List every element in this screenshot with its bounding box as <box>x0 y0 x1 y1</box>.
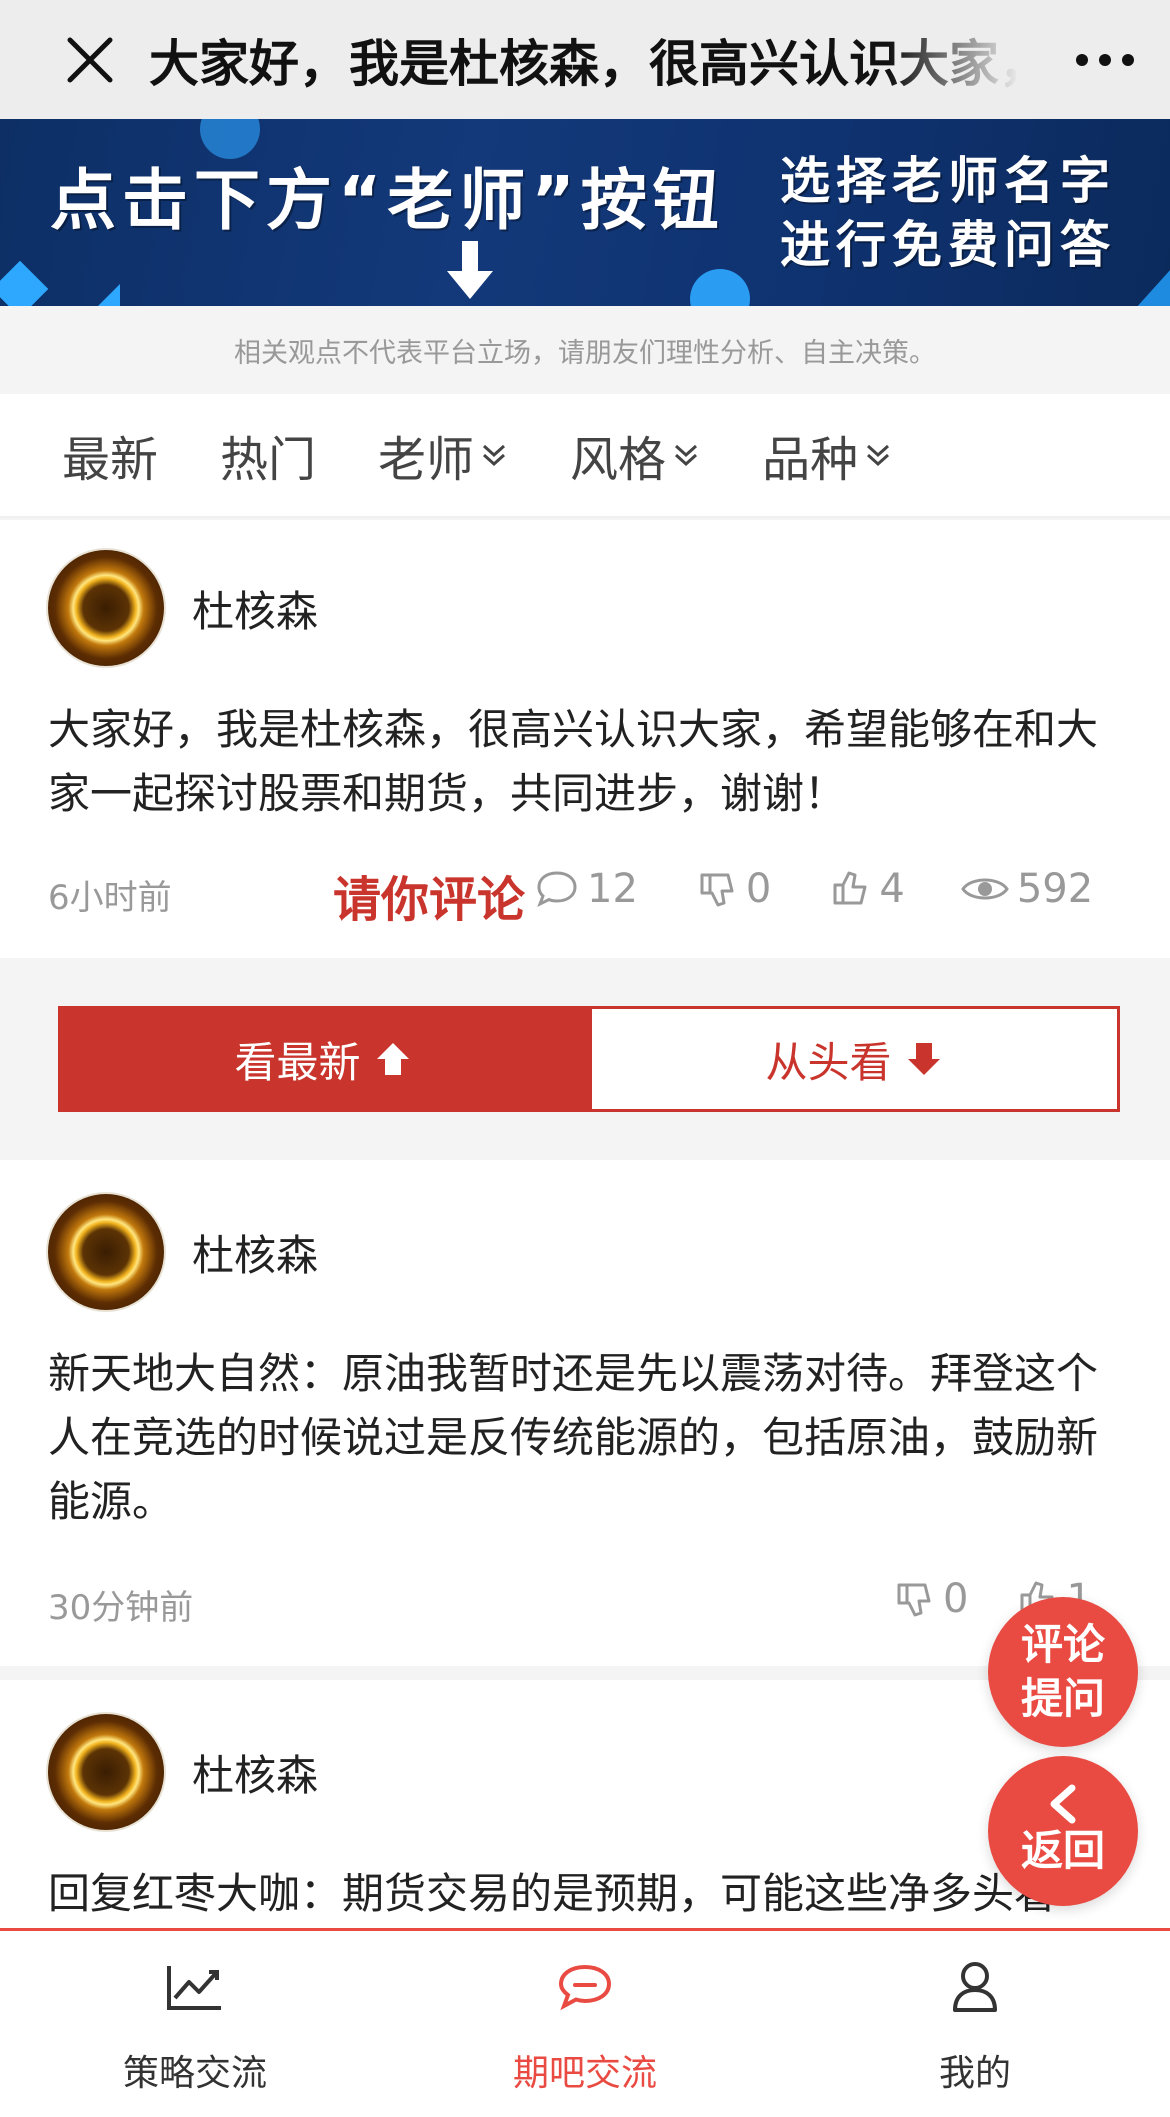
main-post-card: 杜核森 大家好，我是杜核森，很高兴认识大家，希望能够在和大家一起探讨股票和期货，… <box>0 520 1170 958</box>
filter-style-dropdown[interactable]: 风格 <box>570 420 700 490</box>
thumbs-up-icon <box>833 871 867 905</box>
disclaimer-text: 相关观点不代表平台立场，请朋友们理性分析、自主决策。 <box>0 306 1170 394</box>
dislike-button[interactable]: 0 <box>895 1576 968 1622</box>
comment-count-value: 12 <box>587 866 638 912</box>
fab-back-label: 返回 <box>1020 1826 1105 1875</box>
chat-bubble-icon <box>558 1964 612 2011</box>
fab-label-line2: 提问 <box>1020 1674 1105 1723</box>
dislike-count: 0 <box>943 1576 969 1622</box>
filter-label: 品种 <box>762 432 859 488</box>
sort-bar: 看最新 从头看 <box>0 958 1170 1160</box>
like-count: 4 <box>879 866 905 912</box>
author-name[interactable]: 杜核森 <box>192 1222 318 1283</box>
back-fab[interactable]: 返回 <box>988 1756 1138 1906</box>
dislike-button[interactable]: 0 <box>698 866 771 912</box>
tab-label: 期吧交流 <box>512 2053 657 2094</box>
arrow-up-icon <box>376 1043 409 1075</box>
arrow-down-icon <box>907 1043 940 1075</box>
user-icon <box>953 1962 997 2012</box>
bottom-tab-bar: 策略交流 期吧交流 我的 <box>0 1928 1170 2117</box>
filter-hot[interactable]: 热门 <box>220 420 316 490</box>
page-title: 大家好，我是杜核森，很高兴认识大家，希望能够在和大家一起探讨股票和期货，共同进步… <box>149 34 1020 93</box>
reply-card: 杜核森 新天地大自然：原油我暂时还是先以震荡对待。拜登这个人在竞选的时候说过是反… <box>0 1160 1170 1666</box>
close-button[interactable] <box>30 0 149 119</box>
avatar[interactable] <box>48 1194 164 1310</box>
thumbs-down-icon <box>700 873 734 907</box>
post-text: 新天地大自然：原油我暂时还是先以震荡对待。拜登这个人在竞选的时候说过是反传统能源… <box>48 1349 1099 1526</box>
banner-right-text: 选择老师名字 进行免费问答 <box>780 149 1160 277</box>
sort-from-start-label: 从头看 <box>765 1037 892 1087</box>
banner-left-text: 点击下方“老师”按钮 <box>50 162 725 239</box>
filter-tabs: 最新 热门 老师 风格 品种 <box>0 394 1170 518</box>
double-chevron-down-icon <box>675 444 698 467</box>
view-count: 592 <box>961 866 1093 912</box>
sort-newest-label: 看最新 <box>234 1037 361 1087</box>
view-count-value: 592 <box>1016 866 1094 912</box>
avatar[interactable] <box>48 550 164 666</box>
chart-line-icon <box>167 1966 221 2010</box>
double-chevron-down-icon <box>867 444 890 467</box>
comment-icon <box>537 871 577 908</box>
like-button[interactable]: 4 <box>831 866 905 912</box>
arrow-down-icon <box>447 241 493 299</box>
tab-label: 策略交流 <box>122 2053 267 2094</box>
dislike-count: 0 <box>745 866 772 912</box>
comment-count[interactable]: 12 <box>535 866 638 912</box>
fab-label-line1: 评论 <box>1020 1620 1105 1669</box>
banner-right-line1: 选择老师名字 <box>780 152 1116 210</box>
top-nav-bar: 大家好，我是杜核森，很高兴认识大家，希望能够在和大家一起探讨股票和期货，共同进步… <box>0 0 1170 119</box>
filter-label: 风格 <box>570 432 667 488</box>
filter-teacher-dropdown[interactable]: 老师 <box>378 420 508 490</box>
comment-ask-fab[interactable]: 评论 提问 <box>988 1597 1138 1747</box>
author-name[interactable]: 杜核森 <box>192 578 318 639</box>
filter-latest[interactable]: 最新 <box>62 420 158 490</box>
post-text: 大家好，我是杜核森，很高兴认识大家，希望能够在和大家一起探讨股票和期货，共同进步… <box>48 705 1099 818</box>
tab-forum[interactable]: 期吧交流 <box>390 1931 780 2117</box>
author-name[interactable]: 杜核森 <box>192 1742 318 1803</box>
sort-from-start-button[interactable]: 从头看 <box>589 1006 1120 1112</box>
tab-mine[interactable]: 我的 <box>780 1931 1170 2117</box>
promo-banner[interactable]: 点击下方“老师”按钮 选择老师名字 进行免费问答 <box>0 119 1170 306</box>
post-time: 30分钟前 <box>48 1588 194 1628</box>
filter-variety-dropdown[interactable]: 品种 <box>762 420 892 490</box>
chevron-left-icon <box>1050 1784 1076 1824</box>
invite-comment-link[interactable]: 请你评论 <box>333 860 525 930</box>
tab-label: 我的 <box>938 2053 1011 2094</box>
tab-strategy[interactable]: 策略交流 <box>0 1931 390 2117</box>
eye-icon <box>961 878 1009 900</box>
banner-right-line2: 进行免费问答 <box>780 216 1116 274</box>
post-time: 6小时前 <box>48 878 172 918</box>
filter-label: 老师 <box>378 432 475 488</box>
close-icon <box>67 37 112 82</box>
more-button[interactable] <box>1040 0 1170 119</box>
post-text: 回复红枣大咖：期货交易的是预期，可能这些净多头看 <box>48 1869 1057 1918</box>
more-dots-icon <box>1076 53 1134 66</box>
filter-label: 最新 <box>62 432 159 488</box>
sort-newest-button[interactable]: 看最新 <box>58 1006 589 1112</box>
filter-label: 热门 <box>220 432 317 488</box>
double-chevron-down-icon <box>483 444 506 467</box>
avatar[interactable] <box>48 1714 164 1830</box>
thumbs-down-icon <box>897 1583 931 1617</box>
